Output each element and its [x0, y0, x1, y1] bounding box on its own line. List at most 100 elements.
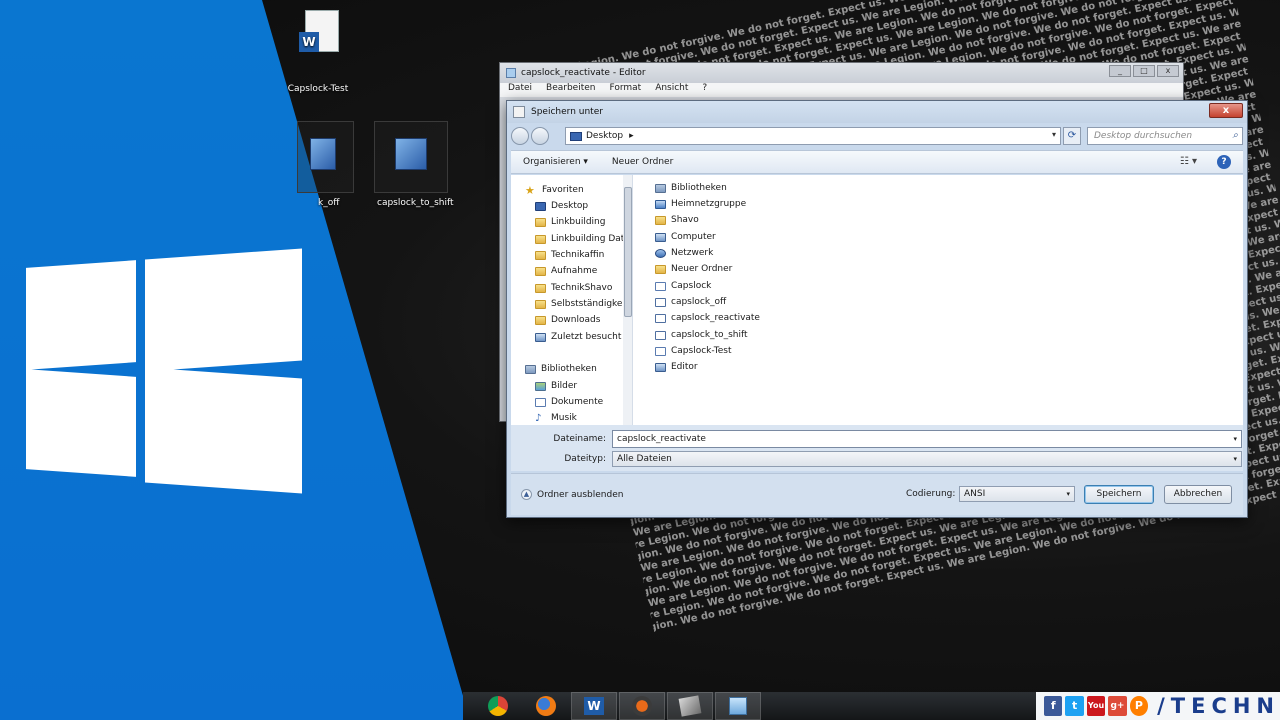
chevron-down-icon[interactable]: ▾	[1066, 487, 1070, 501]
maximize-button[interactable]: □	[1133, 65, 1155, 77]
hide-folders-toggle[interactable]: ▲ Ordner ausblenden	[521, 489, 623, 500]
blog-icon[interactable]: P	[1129, 696, 1149, 716]
minimize-button[interactable]: _	[1109, 65, 1131, 77]
reg-file-icon	[655, 297, 666, 307]
filetype-select[interactable]: Alle Dateien ▾	[612, 451, 1242, 467]
file-label: capslock_to_shift	[671, 330, 748, 340]
taskbar-firefox[interactable]	[523, 692, 569, 720]
facebook-icon[interactable]: f	[1044, 696, 1063, 716]
desktop-icon-label: Capslock-Test	[287, 84, 349, 94]
windows-logo-icon	[26, 236, 302, 498]
file-item-capslock-to-shift[interactable]: capslock_to_shift	[655, 327, 748, 343]
nav-item-downloads[interactable]: Downloads	[535, 312, 600, 328]
regedit-icon	[678, 695, 702, 717]
address-location[interactable]: Desktop	[586, 131, 623, 141]
notepad-icon	[729, 697, 747, 715]
file-item-capslock-reactivate[interactable]: capslock_reactivate	[655, 310, 760, 326]
nav-item-technikshavo[interactable]: TechnikShavo	[535, 280, 612, 296]
nav-item-technikaffin[interactable]: Technikaffin	[535, 247, 604, 263]
file-item-capslock-off[interactable]: capslock_off	[655, 294, 726, 310]
menu-ansicht[interactable]: Ansicht	[655, 83, 688, 97]
menu-datei[interactable]: Datei	[508, 83, 532, 97]
chevron-down-icon[interactable]: ▾	[1052, 130, 1056, 139]
desktop-icon-label: k_off	[318, 198, 340, 208]
breadcrumb-chevron-icon[interactable]: ▸	[629, 131, 634, 141]
word-doc-icon	[655, 346, 666, 356]
user-folder-icon	[655, 215, 666, 225]
help-button[interactable]: ?	[1217, 155, 1231, 169]
taskbar-notepad[interactable]	[715, 692, 761, 720]
nav-item-bilder[interactable]: Bilder	[535, 378, 577, 394]
cancel-button[interactable]: Abbrechen	[1164, 485, 1232, 504]
file-item-neuer-ordner[interactable]: Neuer Ordner	[655, 261, 732, 277]
file-item-heimnetzgruppe[interactable]: Heimnetzgruppe	[655, 196, 746, 212]
folder-icon	[655, 264, 666, 274]
dialog-fields: Dateiname: capslock_reactivate ▾ Dateity…	[511, 425, 1243, 471]
save-as-dialog: Speichern unter x Desktop ▸ ▾ ⟳ Desktop …	[506, 100, 1248, 518]
nav-item-selbststaendigkeit[interactable]: Selbstständigkeit	[535, 296, 629, 312]
google-plus-icon[interactable]: g+	[1108, 696, 1127, 716]
file-list: Bibliotheken Heimnetzgruppe Shavo Comput…	[645, 175, 1243, 425]
nav-item-linkbuilding-date[interactable]: Linkbuilding Date	[535, 231, 630, 247]
file-item-bibliotheken[interactable]: Bibliotheken	[655, 180, 727, 196]
nav-item-dokumente[interactable]: Dokumente	[535, 394, 603, 410]
twitter-icon[interactable]: t	[1065, 696, 1084, 716]
close-button[interactable]: x	[1157, 65, 1179, 77]
reg-file-icon	[310, 138, 336, 170]
taskbar-regedit[interactable]	[667, 692, 713, 720]
file-item-editor[interactable]: Editor	[655, 359, 698, 375]
taskbar-recorder[interactable]	[619, 692, 665, 720]
hide-folders-label: Ordner ausblenden	[537, 489, 624, 500]
file-label: capslock_reactivate	[671, 313, 760, 323]
menu-help[interactable]: ?	[702, 83, 707, 97]
nav-item-desktop[interactable]: Desktop	[535, 198, 588, 214]
organize-button[interactable]: Organisieren ▾	[523, 157, 588, 167]
view-options-icon[interactable]: ☷ ▾	[1180, 156, 1197, 167]
desktop-icon-capslock-test[interactable]: W Capslock-Test	[284, 8, 352, 94]
chevron-down-icon[interactable]: ▾	[1233, 452, 1237, 466]
word-doc-icon: W	[295, 8, 341, 66]
editor-titlebar: capslock_reactivate - Editor	[500, 63, 1183, 83]
filename-input[interactable]: capslock_reactivate ▾	[612, 430, 1242, 448]
file-item-netzwerk[interactable]: Netzwerk	[655, 245, 713, 261]
encoding-value: ANSI	[964, 489, 986, 499]
file-item-computer[interactable]: Computer	[655, 229, 716, 245]
filename-label: Dateiname:	[553, 434, 606, 444]
nav-item-favoriten[interactable]: ★ Favoriten	[525, 182, 584, 198]
desktop-icon-k-off[interactable]: k_off	[297, 121, 354, 208]
dialog-footer: ▲ Ordner ausblenden Codierung: ANSI ▾ Sp…	[511, 473, 1243, 515]
taskbar-word[interactable]: W	[571, 692, 617, 720]
back-button[interactable]	[511, 127, 529, 145]
nav-label: Favoriten	[542, 185, 584, 195]
file-item-shavo[interactable]: Shavo	[655, 212, 699, 228]
forward-button[interactable]	[531, 127, 549, 145]
file-item-capslock-test[interactable]: Capslock-Test	[655, 343, 732, 359]
save-button[interactable]: Speichern	[1084, 485, 1154, 504]
youtube-icon[interactable]: You	[1086, 696, 1106, 716]
new-folder-button[interactable]: Neuer Ordner	[612, 157, 673, 167]
nav-scrollbar[interactable]	[623, 175, 632, 425]
scrollbar-thumb[interactable]	[624, 187, 632, 317]
file-item-capslock[interactable]: Capslock	[655, 278, 711, 294]
menu-bearbeiten[interactable]: Bearbeiten	[546, 83, 595, 97]
nav-label: Aufnahme	[551, 266, 598, 276]
dialog-titlebar: Speichern unter	[507, 101, 1247, 123]
search-input[interactable]: Desktop durchsuchen ⌕	[1087, 127, 1243, 145]
address-bar[interactable]: Desktop ▸ ▾	[565, 127, 1061, 145]
taskbar-chrome[interactable]	[475, 692, 521, 720]
refresh-button[interactable]: ⟳	[1063, 127, 1081, 145]
nav-item-linkbuilding[interactable]: Linkbuilding	[535, 214, 605, 230]
dialog-close-button[interactable]: x	[1209, 103, 1243, 118]
menu-format[interactable]: Format	[609, 83, 641, 97]
desktop-icon-capslock-to-shift[interactable]: capslock_to_shift	[374, 121, 454, 208]
encoding-select[interactable]: ANSI ▾	[959, 486, 1075, 502]
nav-item-musik[interactable]: ♪ Musik	[535, 410, 577, 425]
nav-item-bibliotheken[interactable]: Bibliotheken	[525, 361, 597, 377]
chevron-down-icon[interactable]: ▾	[1233, 431, 1237, 447]
nav-item-aufnahme[interactable]: Aufnahme	[535, 263, 597, 279]
library-icon	[655, 183, 666, 193]
file-label: Capslock-Test	[671, 346, 732, 356]
word-doc-icon	[655, 281, 666, 291]
nav-item-zuletzt-besucht[interactable]: Zuletzt besucht	[535, 329, 621, 345]
nav-label: Bilder	[551, 381, 578, 391]
